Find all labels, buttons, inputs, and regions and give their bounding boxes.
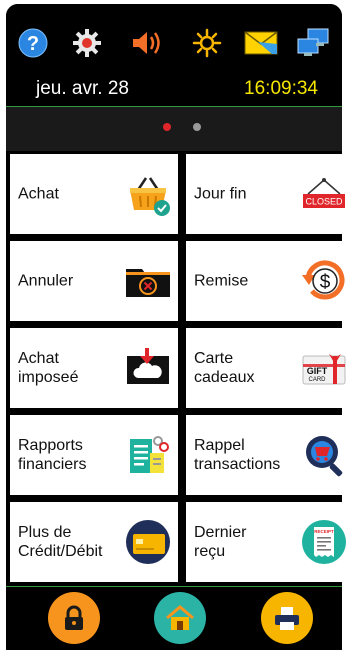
cancel-folder-icon: [124, 257, 172, 305]
tile-carte-cadeaux[interactable]: Carte cadeaux GIFT CARD: [186, 328, 347, 408]
tile-rapports-financiers[interactable]: Rapports financiers: [10, 415, 178, 495]
tile-label: Rappel transactions: [194, 437, 281, 473]
tile-label: Achat: [18, 185, 59, 203]
volume-icon[interactable]: [130, 26, 164, 60]
card-text: CARD: [308, 377, 326, 383]
tile-label: Dernier reçu: [194, 524, 247, 560]
printer-icon: [275, 607, 299, 630]
tile-label: Annuler: [18, 272, 74, 290]
svg-text:?: ?: [27, 33, 39, 55]
search-cart-icon: [300, 431, 347, 479]
receipt-icon: RECEIPT: [300, 518, 347, 566]
mail-icon[interactable]: [244, 26, 278, 60]
tile-jour-fin[interactable]: Jour fin CLOSED: [186, 154, 347, 234]
tile-label: Carte cadeaux: [194, 350, 255, 386]
settings-gear-icon[interactable]: [70, 26, 104, 60]
closed-sign-text: CLOSED: [305, 197, 343, 207]
tile-rappel-transactions[interactable]: Rappel transactions: [186, 415, 347, 495]
credit-card-icon: [124, 518, 172, 566]
lock-button[interactable]: [48, 592, 100, 644]
receipt-text: RECEIPT: [314, 529, 334, 534]
print-button[interactable]: [261, 592, 313, 644]
brightness-icon[interactable]: [190, 26, 224, 60]
page-dot[interactable]: [193, 123, 201, 131]
home-button[interactable]: [154, 592, 206, 644]
tile-achat-impose[interactable]: Achat imposeé: [10, 328, 178, 408]
refund-dollar-icon: $: [300, 257, 347, 305]
tile-label: Plus de Crédit/Débit: [18, 524, 103, 560]
divider: [6, 586, 342, 587]
date-label: jeu. avr. 28: [36, 78, 129, 99]
page-dot-active[interactable]: [163, 123, 171, 131]
network-icon[interactable]: [296, 26, 330, 60]
status-bar: ?: [6, 4, 342, 74]
datetime-row: jeu. avr. 28 16:09:34: [6, 76, 342, 104]
cloud-download-icon: [124, 344, 172, 392]
time-label: 16:09:34: [244, 78, 318, 99]
svg-text:$: $: [320, 272, 331, 293]
lock-icon: [65, 605, 83, 630]
financial-report-icon: [124, 431, 172, 479]
gift-card-icon: GIFT CARD: [300, 344, 347, 392]
tile-label: Rapports financiers: [18, 437, 87, 473]
tile-remise[interactable]: Remise $: [186, 241, 347, 321]
help-icon[interactable]: ?: [16, 26, 50, 60]
tile-dernier-recu[interactable]: Dernier reçu RECEIPT: [186, 502, 347, 582]
closed-sign-icon: CLOSED: [300, 170, 347, 218]
shopping-basket-icon: [124, 170, 172, 218]
tile-plus-credit-debit[interactable]: Plus de Crédit/Débit: [10, 502, 178, 582]
tile-achat[interactable]: Achat: [10, 154, 178, 234]
tile-label: Jour fin: [194, 185, 247, 203]
tile-label: Achat imposeé: [18, 350, 79, 386]
tile-annuler[interactable]: Annuler: [10, 241, 178, 321]
home-icon: [166, 605, 194, 630]
page-indicator-band: [6, 107, 342, 151]
tile-label: Remise: [194, 272, 249, 290]
gift-text: GIFT: [307, 366, 328, 376]
